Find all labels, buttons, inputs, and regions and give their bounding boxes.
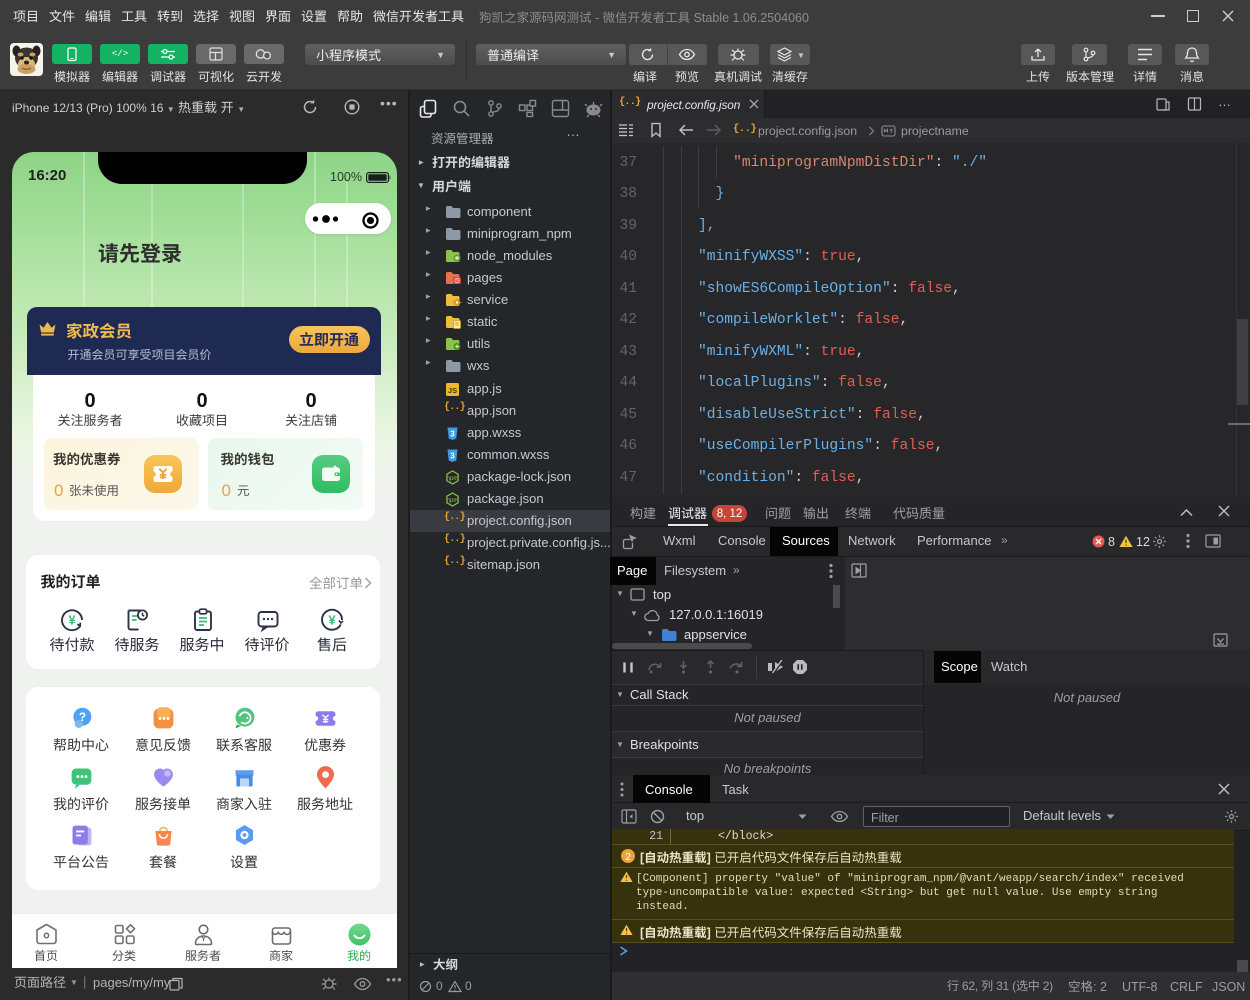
svg-text:3: 3 bbox=[450, 452, 455, 461]
svg-text:¥: ¥ bbox=[328, 613, 336, 628]
svg-text:npm: npm bbox=[447, 476, 459, 482]
svg-text:JS: JS bbox=[448, 386, 457, 395]
svg-text:¥: ¥ bbox=[68, 613, 76, 628]
svg-text:npm: npm bbox=[447, 498, 459, 504]
svg-text:3: 3 bbox=[450, 430, 455, 439]
